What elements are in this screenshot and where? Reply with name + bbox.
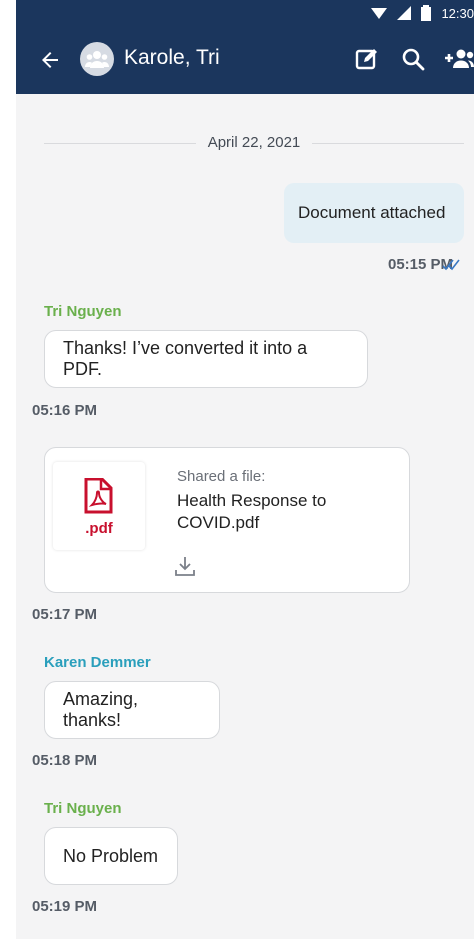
incoming-message-bubble[interactable]: Amazing, thanks! [44, 681, 220, 739]
chat-screen: 12:30 Karole, Tri April 22, 2021 Documen… [16, 0, 474, 939]
pdf-icon [84, 478, 113, 514]
message-text: Amazing, thanks! [63, 689, 139, 730]
incoming-message-bubble[interactable]: Thanks! I’ve converted it into a PDF. [44, 330, 368, 388]
message-text: Thanks! I’ve converted it into a PDF. [63, 338, 308, 379]
add-participant-icon[interactable] [444, 46, 474, 72]
file-name[interactable]: Health Response to COVID.pdf [177, 490, 397, 534]
outgoing-message-bubble[interactable]: Document attached [284, 183, 464, 243]
message-time: 05:16 PM [32, 402, 98, 419]
back-arrow-icon[interactable] [38, 48, 62, 72]
search-icon[interactable] [400, 46, 426, 72]
sender-name: Tri Nguyen [44, 800, 122, 817]
battery-icon [421, 5, 432, 21]
file-caption: Shared a file: [177, 468, 266, 485]
conversation-title[interactable]: Karole, Tri [124, 46, 220, 70]
status-bar: 12:30 [16, 0, 474, 26]
sender-name: Karen Demmer [44, 654, 151, 671]
divider-line-right [312, 143, 464, 144]
sender-name: Tri Nguyen [44, 303, 122, 320]
chat-header: Karole, Tri [16, 26, 474, 94]
file-attachment-card[interactable]: .pdf Shared a file: Health Response to C… [44, 447, 410, 593]
message-time: 05:18 PM [32, 752, 98, 769]
message-time: 05:19 PM [32, 898, 98, 915]
date-divider: April 22, 2021 [44, 132, 464, 156]
message-time: 05:17 PM [32, 606, 98, 623]
message-text: Document attached [298, 203, 446, 222]
message-text: No Problem [63, 845, 159, 866]
compose-icon[interactable] [354, 46, 380, 72]
group-icon [85, 51, 109, 68]
file-extension: .pdf [85, 520, 113, 537]
group-avatar[interactable] [80, 42, 114, 76]
signal-icon [397, 6, 412, 20]
read-receipt-icon [442, 259, 460, 271]
pdf-thumbnail: .pdf [53, 462, 145, 550]
wifi-icon [371, 8, 388, 19]
status-icons: 12:30 [371, 3, 474, 23]
status-time: 12:30 [441, 5, 474, 21]
incoming-message-bubble[interactable]: No Problem [44, 827, 178, 885]
download-icon[interactable] [173, 554, 197, 578]
